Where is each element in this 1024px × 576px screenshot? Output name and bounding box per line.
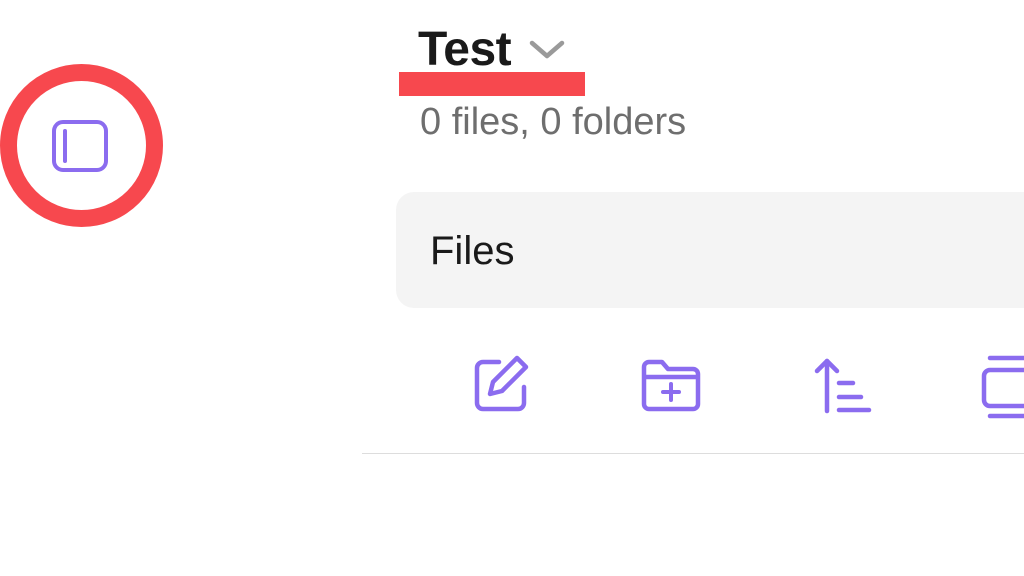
- sidebar-toggle-icon: [52, 120, 108, 172]
- new-folder-button[interactable]: [636, 350, 706, 420]
- collapse-all-icon: [981, 355, 1024, 419]
- chevron-down-icon: [529, 40, 565, 59]
- collapse-all-button[interactable]: [976, 350, 1024, 420]
- files-section[interactable]: Files: [396, 192, 1024, 308]
- toolbar-divider: [362, 453, 1024, 454]
- files-label: Files: [430, 229, 515, 273]
- vault-title: Test: [418, 23, 512, 76]
- vault-stats: 0 files, 0 folders: [420, 101, 687, 143]
- new-note-icon: [474, 355, 529, 412]
- sidebar-toggle-button[interactable]: [50, 118, 110, 174]
- new-note-button[interactable]: [466, 350, 536, 420]
- sort-icon: [814, 358, 872, 414]
- vault-switcher[interactable]: Test: [418, 22, 565, 78]
- sort-button[interactable]: [806, 350, 876, 420]
- file-explorer-screen: Test 0 files, 0 folders Files: [0, 0, 1024, 576]
- new-folder-icon: [641, 359, 701, 412]
